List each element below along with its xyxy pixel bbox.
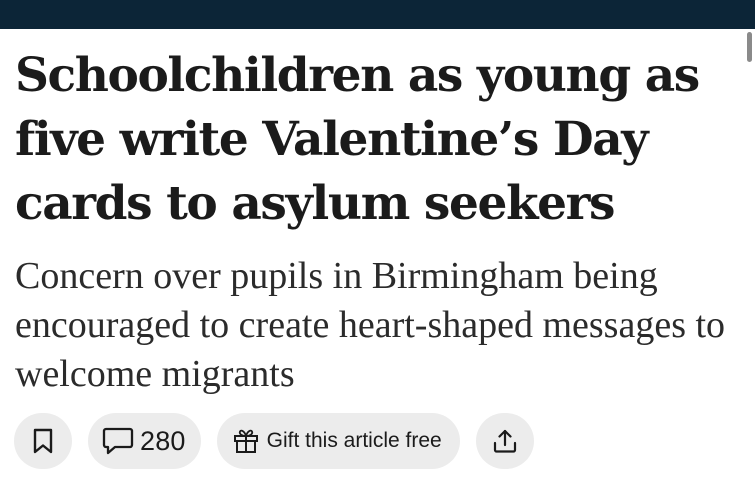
gift-article-button[interactable]: Gift this article free — [216, 413, 460, 469]
speech-bubble-icon — [102, 427, 134, 455]
gift-article-label: Gift this article free — [266, 429, 442, 452]
article-headline: Schoolchildren as young as five write Va… — [15, 48, 700, 231]
comment-count: 280 — [140, 425, 186, 456]
top-navigation-bar — [0, 0, 755, 29]
article-standfirst: Concern over pupils in Birmingham being … — [15, 255, 726, 395]
comments-button[interactable]: 280 — [88, 413, 201, 469]
share-upload-icon — [492, 428, 518, 454]
gift-icon — [233, 428, 259, 454]
bookmark-button[interactable] — [14, 413, 72, 469]
article-action-bar: 280 Gift this article free — [14, 412, 534, 470]
scrollbar-thumb[interactable] — [747, 32, 752, 62]
bookmark-icon — [33, 428, 53, 454]
share-button[interactable] — [475, 413, 534, 469]
